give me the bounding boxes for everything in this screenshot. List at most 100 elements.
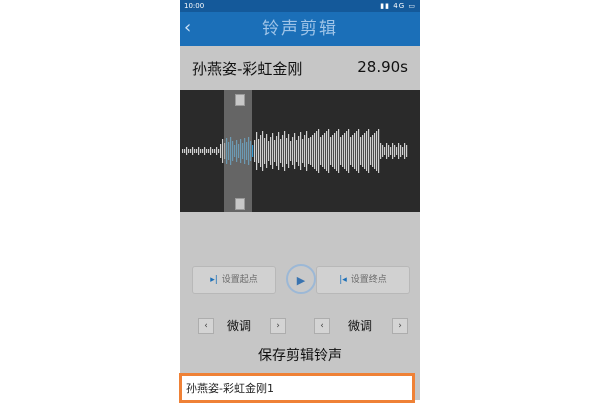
end-handle[interactable] [235,198,245,210]
waveform-bar [300,132,302,170]
waveform-bar [264,138,266,164]
waveform-bar [400,145,402,157]
waveform-bar [216,147,218,155]
waveform-bar [328,129,330,173]
waveform-bar [278,132,280,170]
waveform-bar [318,129,320,173]
waveform-bar [356,131,358,171]
waveform-bar [262,131,264,171]
waveform-bar [270,137,272,165]
end-fine-tune-label: 微调 [348,319,373,333]
title-bar: ‹ 铃声剪辑 [180,12,420,46]
start-handle[interactable] [235,94,245,106]
waveform-bar [204,147,206,155]
battery-icon: ▭ [408,2,416,10]
waveform-bar [352,135,354,167]
start-fine-prev-button[interactable]: ‹ [198,318,214,334]
waveform-bar [364,133,366,169]
waveform-bar [194,149,196,153]
waveform-bar [386,143,388,159]
waveform-bar [302,139,304,163]
set-start-label: 设置起点 [221,275,258,285]
set-end-label: 设置终点 [350,275,387,285]
waveform-bar [322,135,324,167]
play-button[interactable]: ▶ [286,264,316,294]
waveform-bar [266,134,268,168]
waveform-bar [292,137,294,165]
waveform-bar [280,139,282,163]
waveform-bar [340,137,342,165]
waveform-bar [388,145,390,157]
waveform-bar [276,136,278,166]
waveform-bar [188,149,190,153]
song-name: 孙燕姿-彩虹金刚 [192,60,303,78]
waveform-bar [366,131,368,171]
waveform-bar [320,137,322,165]
start-fine-tune-label: 微调 [227,319,252,333]
waveform-bar [334,133,336,169]
waveform-bar [218,149,220,153]
waveform-bar [196,149,198,153]
waveform-bar [360,137,362,165]
waveform-bar [354,133,356,169]
set-start-button[interactable]: ▸| 设置起点 [192,266,276,294]
waveform-bar [378,129,380,173]
waveform-bar [336,131,338,171]
status-bar: 10:00 ▮▮ 4G ▭ [180,0,420,12]
waveform-bar [396,147,398,155]
waveform-bar [362,135,364,167]
waveform-bar [398,143,400,159]
waveform-bar [260,135,262,167]
waveform-bar [314,133,316,169]
waveform-bar [344,133,346,169]
waveform-bar [208,149,210,153]
status-indicators: ▮▮ 4G ▭ [380,0,416,12]
end-marker-icon: |◂ [339,275,347,285]
waveform-bar [186,147,188,155]
waveform-bar [294,133,296,169]
waveform-bar [316,131,318,171]
waveform-bar [326,131,328,171]
status-time: 10:00 [184,2,205,10]
waveform [182,129,408,173]
waveform-bar [406,145,408,157]
waveform-bar [374,133,376,169]
end-fine-prev-button[interactable]: ‹ [314,318,330,334]
waveform-bar [348,129,350,173]
waveform-bar [182,149,184,153]
waveform-bar [312,135,314,167]
waveform-panel[interactable] [180,90,420,212]
waveform-bar [404,143,406,159]
waveform-bar [284,131,286,171]
waveform-bar [254,140,256,162]
waveform-bar [370,137,372,165]
waveform-bar [358,129,360,173]
waveform-bar [350,137,352,165]
waveform-bar [342,135,344,167]
waveform-bar [346,131,348,171]
phone-screen: 10:00 ▮▮ 4G ▭ ‹ 铃声剪辑 孙燕姿-彩虹金刚 28.90s ▸| 设… [180,0,420,400]
set-end-button[interactable]: |◂ 设置终点 [316,266,410,294]
song-duration: 28.90s [357,58,408,76]
waveform-bar [372,135,374,167]
start-marker-icon: ▸| [210,275,218,285]
waveform-bar [330,137,332,165]
filename-input[interactable] [182,376,412,400]
waveform-bar [286,138,288,164]
waveform-bar [252,145,254,157]
waveform-bar [210,147,212,155]
waveform-bar [288,134,290,168]
end-fine-next-button[interactable]: › [392,318,408,334]
start-fine-next-button[interactable]: › [270,318,286,334]
selection-range[interactable] [224,90,252,212]
filename-field[interactable] [179,373,415,403]
waveform-bar [298,136,300,166]
waveform-bar [256,132,258,170]
signal-icon: ▮▮ [380,2,391,10]
waveform-bar [220,144,222,158]
waveform-bar [202,149,204,153]
waveform-bar [380,143,382,159]
waveform-bar [376,131,378,171]
waveform-bar [368,129,370,173]
waveform-bar [384,147,386,155]
